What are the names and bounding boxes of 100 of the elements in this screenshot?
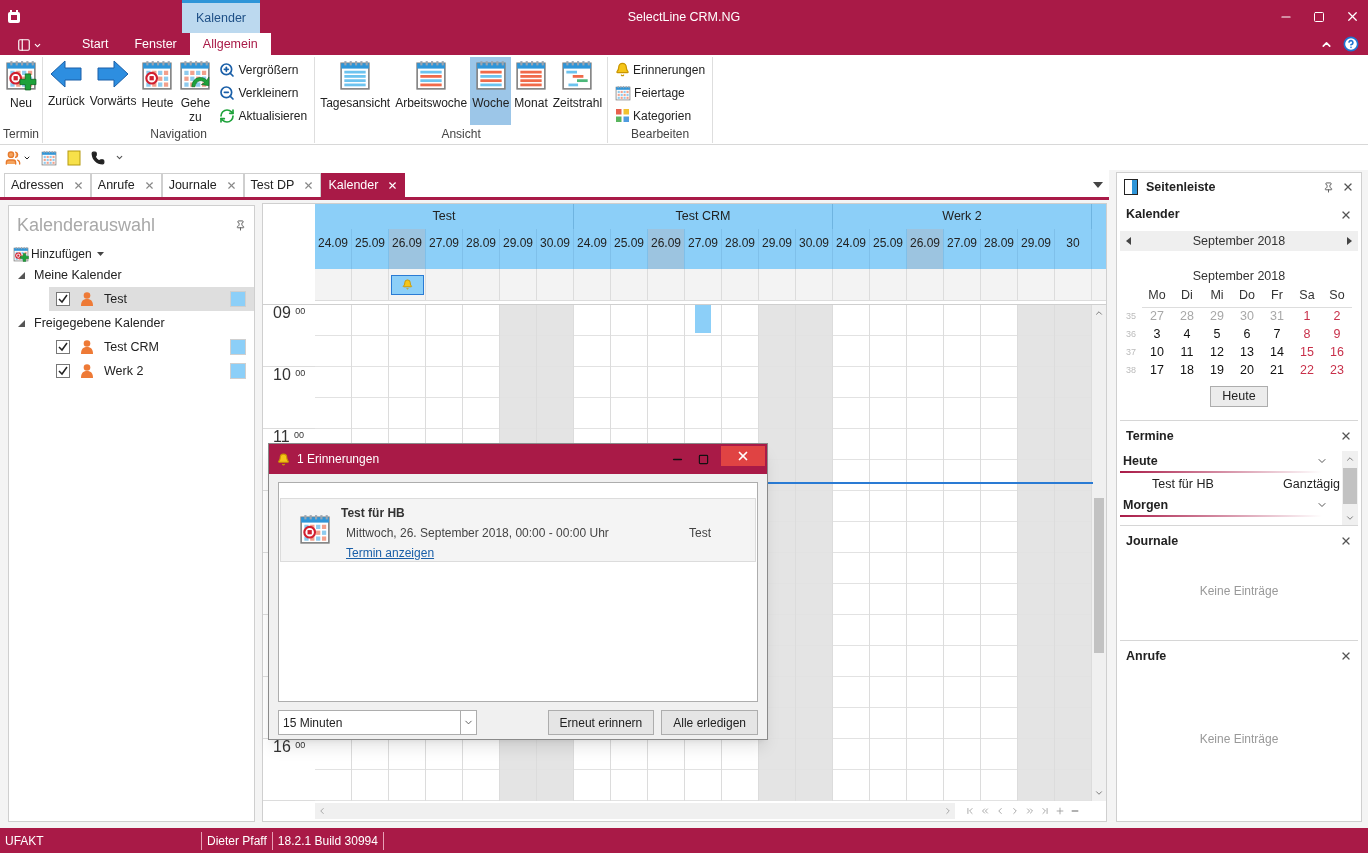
ribbon-small-button[interactable]: Feiertage — [615, 83, 706, 102]
calendar-day[interactable]: 1 — [1292, 307, 1322, 326]
close-icon[interactable] — [387, 180, 399, 191]
dialog-button[interactable]: Erneut erinnern — [547, 710, 655, 735]
calendar-day[interactable]: 10 — [1142, 343, 1172, 362]
vertical-scrollbar[interactable] — [1092, 305, 1106, 801]
close-icon[interactable] — [1340, 535, 1352, 547]
ribbon-button[interactable]: Arbeitswoche — [393, 57, 470, 125]
close-icon[interactable] — [225, 180, 237, 191]
calendar-day[interactable]: 19 — [1202, 361, 1232, 380]
document-tab[interactable]: Adressen — [4, 173, 91, 197]
scroll-up-icon[interactable] — [1345, 454, 1355, 464]
close-icon[interactable] — [1340, 430, 1352, 442]
pin-icon[interactable] — [235, 220, 246, 231]
expand-arrow-icon[interactable] — [18, 271, 25, 279]
document-tab[interactable]: Anrufe — [90, 173, 162, 197]
close-icon[interactable] — [1345, 9, 1360, 24]
close-icon[interactable] — [143, 180, 155, 191]
scroll-down-icon[interactable] — [1094, 788, 1104, 798]
scroll-down-icon[interactable] — [1345, 513, 1355, 523]
ribbon-button[interactable]: Zurück — [46, 57, 87, 125]
next-icon[interactable] — [1010, 806, 1020, 816]
calendar-list-item[interactable]: Test — [49, 287, 254, 311]
calendar-day[interactable]: 22 — [1292, 361, 1322, 380]
show-appointment-link[interactable]: Termin anzeigen — [341, 544, 435, 562]
vertical-scrollbar[interactable] — [1342, 451, 1358, 525]
expand-arrow-icon[interactable] — [18, 319, 25, 327]
app-menu-button[interactable] — [17, 38, 42, 52]
calendar-day[interactable]: 8 — [1292, 325, 1322, 344]
checkbox[interactable] — [56, 340, 70, 354]
calendar-day[interactable]: 14 — [1262, 343, 1292, 362]
help-icon[interactable] — [1343, 36, 1359, 52]
calendar-day[interactable]: 3 — [1142, 325, 1172, 344]
calendar-day[interactable]: 5 — [1202, 325, 1232, 344]
close-icon[interactable] — [1340, 650, 1352, 662]
document-tab[interactable]: Kalender — [321, 173, 406, 197]
calendar-day[interactable]: 4 — [1172, 325, 1202, 344]
calendar-day[interactable]: 13 — [1232, 343, 1262, 362]
add-icon[interactable] — [1055, 806, 1065, 816]
contacts-dropdown[interactable] — [5, 149, 31, 166]
close-icon[interactable] — [1342, 181, 1354, 193]
add-calendar-button[interactable]: Hinzufügen — [13, 245, 104, 263]
calendar-day[interactable]: 23 — [1322, 361, 1352, 380]
ribbon-small-button[interactable]: Verkleinern — [219, 83, 308, 102]
ribbon-tab[interactable]: Start — [69, 33, 122, 55]
calendar-day[interactable]: 21 — [1262, 361, 1292, 380]
calendar-day[interactable]: 6 — [1232, 325, 1262, 344]
ribbon-button[interactable]: Monat — [512, 57, 550, 125]
previous-month-icon[interactable] — [1126, 237, 1131, 245]
calendar-day[interactable]: 7 — [1262, 325, 1292, 344]
pin-icon[interactable] — [1323, 181, 1334, 193]
calendar-icon[interactable] — [41, 149, 57, 166]
calendar-day[interactable]: 17 — [1142, 361, 1172, 380]
document-tab[interactable]: Journale — [161, 173, 244, 197]
calendar-day[interactable]: 12 — [1202, 343, 1232, 362]
calendar-list-item[interactable]: Werk 2 — [49, 359, 254, 383]
ribbon-tab[interactable]: Fenster — [121, 33, 190, 55]
phone-icon[interactable] — [91, 150, 105, 165]
ribbon-button[interactable]: Zeitstrahl — [550, 57, 605, 125]
calendar-day[interactable]: 11 — [1172, 343, 1202, 362]
ribbon-button[interactable]: Vorwärts — [87, 57, 139, 125]
calendar-day[interactable]: 15 — [1292, 343, 1322, 362]
snooze-dropdown[interactable]: 15 Minuten — [278, 710, 477, 735]
appointment-group-header[interactable]: Morgen — [1120, 495, 1342, 515]
reminder-item[interactable]: Test für HB Mittwoch, 26. September 2018, 00:00 - 00:00 Uhr Test Termin anzeigen — [280, 498, 756, 562]
ribbon-button[interactable]: Neu — [3, 57, 39, 125]
ribbon-button[interactable]: Heute — [139, 57, 176, 125]
ribbon-button[interactable]: Woche — [470, 57, 512, 125]
calendar-day[interactable]: 20 — [1232, 361, 1262, 380]
ribbon-tab[interactable]: Allgemein — [189, 33, 271, 55]
calendar-day[interactable]: 2 — [1322, 307, 1352, 326]
scroll-up-icon[interactable] — [1094, 308, 1104, 318]
calendar-list-item[interactable]: Test CRM — [49, 335, 254, 359]
next-month-icon[interactable] — [1347, 237, 1352, 245]
previous-icon[interactable] — [995, 806, 1005, 816]
ribbon-small-button[interactable]: Erinnerungen — [615, 60, 706, 79]
close-icon[interactable] — [303, 180, 315, 191]
customize-dropdown-icon[interactable] — [115, 153, 124, 162]
today-button[interactable]: Heute — [1210, 385, 1268, 407]
scroll-thumb[interactable] — [1343, 468, 1357, 504]
tab-list-dropdown-icon[interactable] — [1093, 182, 1103, 188]
close-button[interactable] — [721, 446, 765, 466]
checkbox[interactable] — [56, 292, 70, 306]
all-day-event[interactable] — [390, 274, 424, 295]
ribbon-button[interactable]: Tagesansicht — [318, 57, 393, 125]
dialog-button[interactable]: Alle erledigen — [661, 710, 758, 735]
note-icon[interactable] — [67, 149, 81, 166]
ribbon-small-button[interactable]: Kategorien — [615, 106, 706, 125]
appointment-group-header[interactable]: Heute — [1120, 451, 1342, 471]
scroll-thumb[interactable] — [1094, 498, 1104, 653]
calendar-day[interactable]: 18 — [1172, 361, 1202, 380]
checkbox[interactable] — [56, 364, 70, 378]
ribbon-small-button[interactable]: Vergrößern — [219, 60, 308, 79]
ribbon-button[interactable]: Gehe zu — [176, 57, 215, 125]
right-arrow-icon — [96, 59, 131, 89]
close-icon[interactable] — [72, 180, 84, 191]
document-tab[interactable]: Test DP — [243, 173, 322, 197]
calendar-day[interactable]: 16 — [1322, 343, 1352, 362]
ribbon-small-button[interactable]: Aktualisieren — [219, 106, 308, 125]
calendar-day[interactable]: 9 — [1322, 325, 1352, 344]
